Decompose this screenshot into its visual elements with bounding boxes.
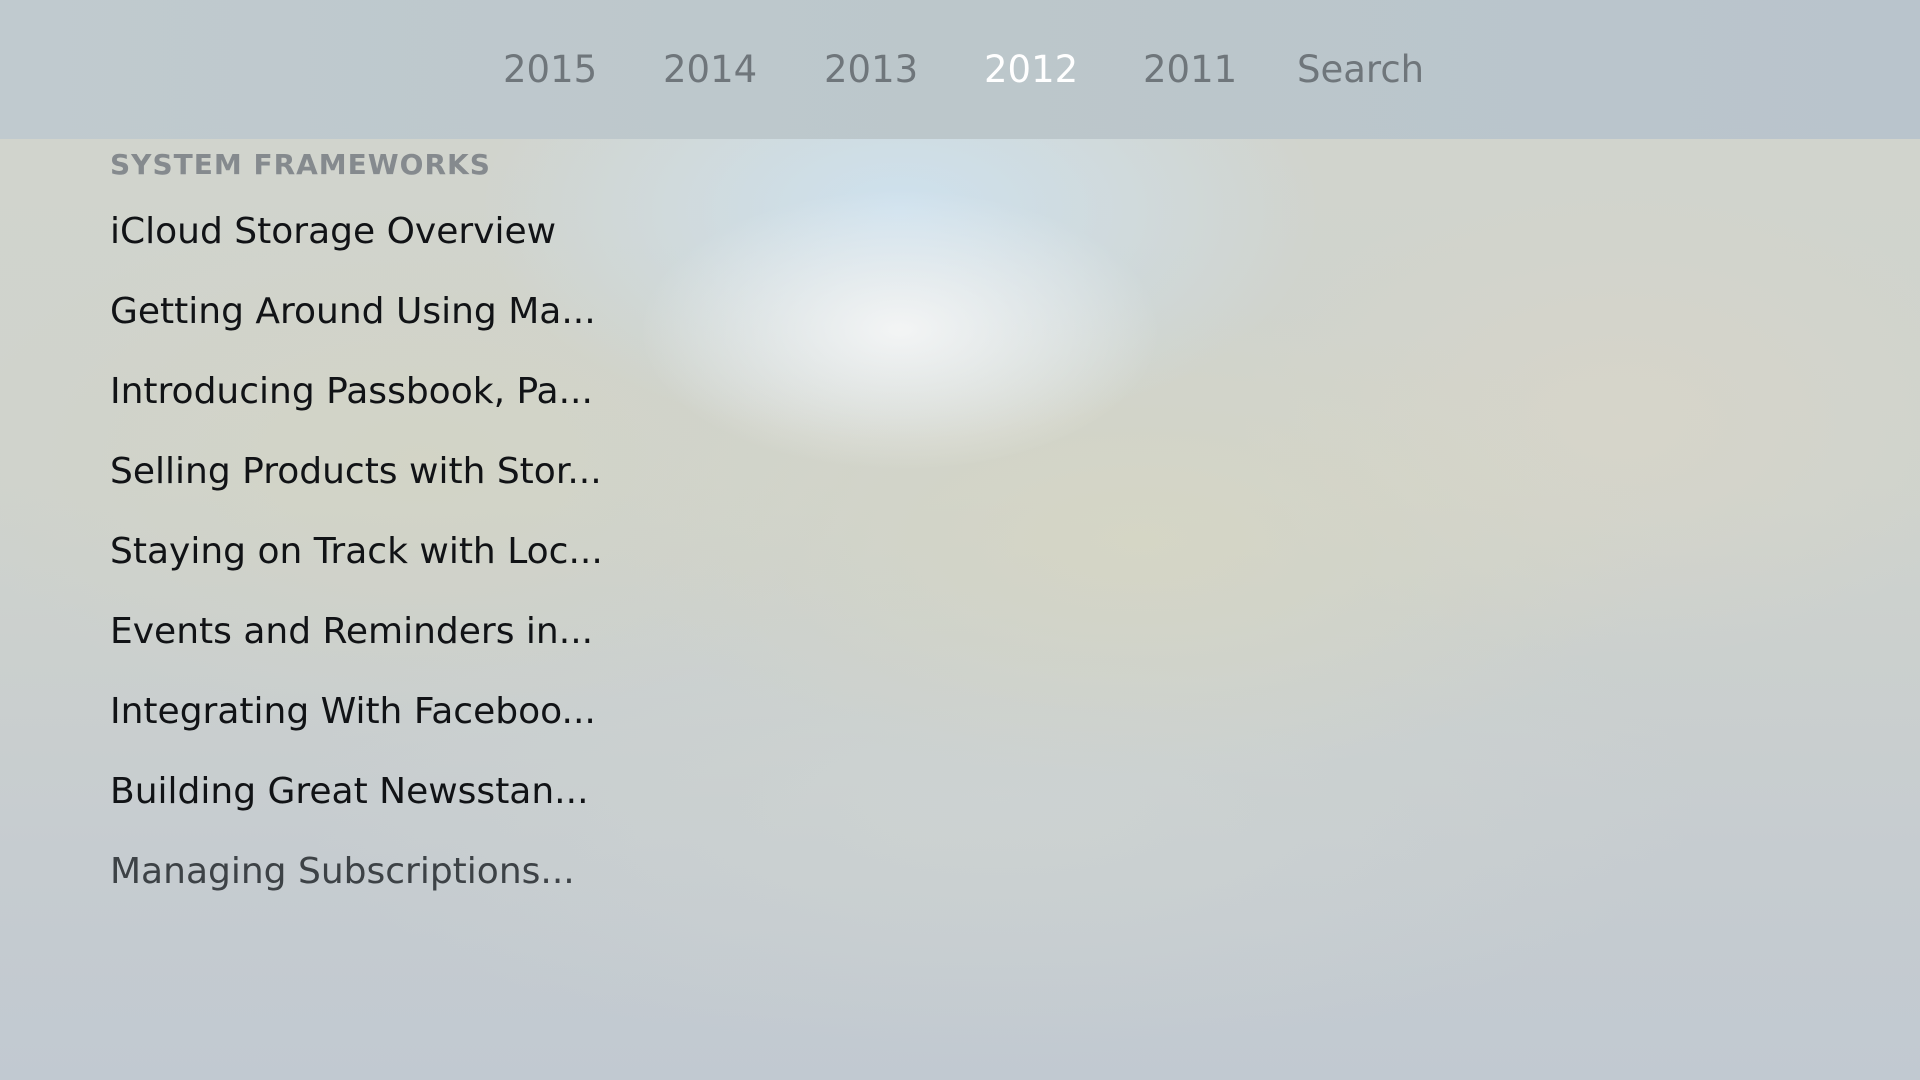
tab-2015[interactable]: 2015 bbox=[503, 44, 597, 96]
tab-2014[interactable]: 2014 bbox=[663, 44, 757, 96]
session-item-newsstand[interactable]: Building Great Newsstan... bbox=[110, 760, 603, 840]
section-title: SYSTEM FRAMEWORKS bbox=[110, 148, 491, 181]
session-item-location-tracking[interactable]: Staying on Track with Loc... bbox=[110, 520, 603, 600]
session-item-selling-products[interactable]: Selling Products with Stor... bbox=[110, 440, 603, 520]
tab-2013[interactable]: 2013 bbox=[824, 44, 918, 96]
tab-2011[interactable]: 2011 bbox=[1143, 44, 1237, 96]
session-item-facebook[interactable]: Integrating With Faceboo... bbox=[110, 680, 603, 760]
tab-search[interactable]: Search bbox=[1297, 44, 1424, 96]
session-item-getting-around-maps[interactable]: Getting Around Using Ma... bbox=[110, 280, 603, 360]
session-item-events-reminders[interactable]: Events and Reminders in... bbox=[110, 600, 603, 680]
tab-2012[interactable]: 2012 bbox=[984, 44, 1078, 96]
session-list: iCloud Storage Overview Getting Around U… bbox=[110, 200, 603, 920]
top-nav-bar: 2015 2014 2013 2012 2011 Search bbox=[0, 0, 1920, 139]
session-item-icloud-storage[interactable]: iCloud Storage Overview bbox=[110, 200, 603, 280]
session-item-subscriptions[interactable]: Managing Subscriptions... bbox=[110, 840, 603, 920]
session-item-passbook[interactable]: Introducing Passbook, Pa... bbox=[110, 360, 603, 440]
